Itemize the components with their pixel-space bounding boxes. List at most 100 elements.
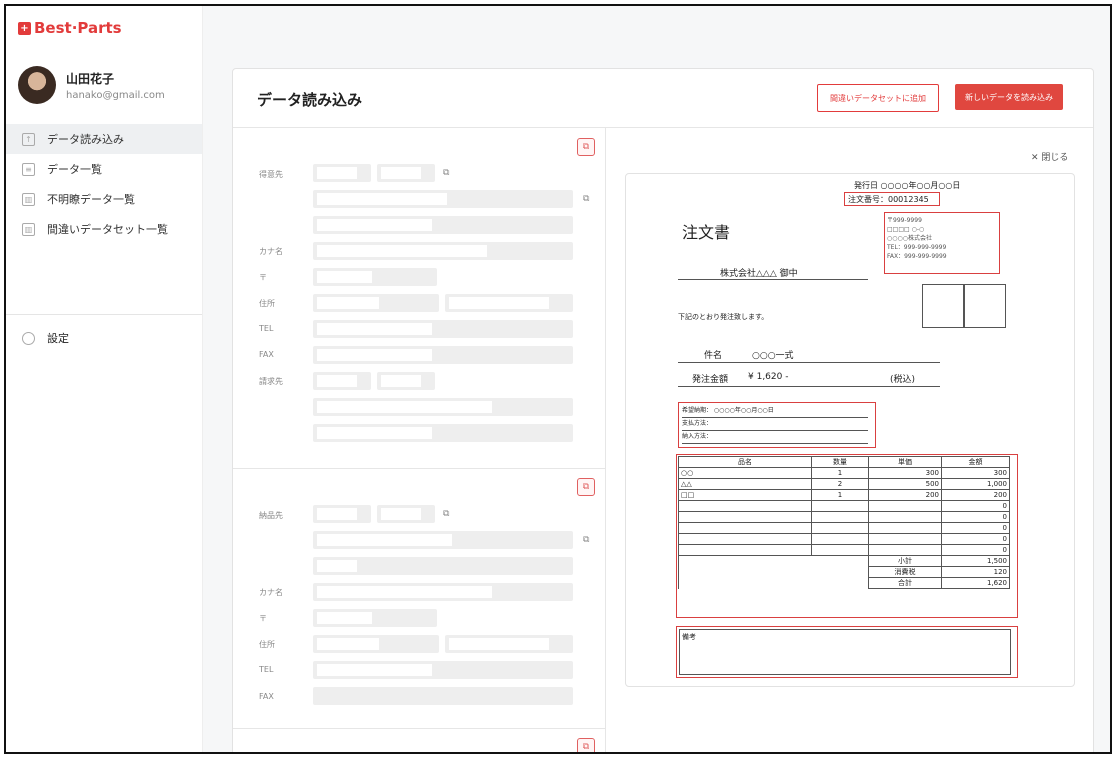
kana-field[interactable] [313,242,573,260]
sidebar-item-unclear-data[interactable]: ▥ 不明瞭データ一覧 [6,184,202,214]
delivery-zip-field[interactable] [313,609,437,627]
stamp-box [922,284,964,328]
sender-highlight[interactable]: 〒999-9999 □□□□ ○-○ ○○○○株式会社 TEL：999-999-… [884,212,1000,274]
add-to-wrong-dataset-button[interactable]: 間違いデータセットに追加 [817,84,939,112]
user-email: hanako@gmail.com [66,89,165,101]
logo-text: Best·Parts [34,19,122,37]
label-zip: 〒 [259,614,267,623]
label-kana: カナ名 [259,588,283,597]
label-tel: TEL [259,324,274,333]
copy-icon[interactable]: ⧉ [577,738,595,752]
copy-icon[interactable]: ⧉ [583,194,593,204]
sidebar-item-label: データ一覧 [47,163,102,176]
delivery-kana-field[interactable] [313,583,573,601]
delivery-tel-field[interactable] [313,661,573,679]
delivery-method: 納入方法： [682,431,868,444]
delivery-subcode-field[interactable] [377,505,435,523]
notes-highlight[interactable]: 備考 [676,626,1018,678]
table-row: ○○ 1 300 300 [678,467,1010,479]
delivery-code-field[interactable] [313,505,371,523]
intro-text: 下記のとおり発注致します。 [678,313,769,321]
label-tel: TEL [259,665,274,674]
subject-value: ○○○一式 [752,351,794,361]
label-address: 住所 [259,640,275,649]
delivery-date: 希望納期： ○○○○年○○月○○日 [682,405,868,418]
label-kana: カナ名 [259,247,283,256]
sidebar-item-wrong-datasets[interactable]: ▥ 間違いデータセット一覧 [6,214,202,244]
subject-label: 件名 [704,351,723,361]
table-row: 0 [678,533,1010,545]
billing-subcode-field[interactable] [377,372,435,390]
label-billing: 請求先 [259,377,283,386]
table-icon: ▥ [22,192,35,206]
label-fax: FAX [259,350,274,359]
sender-line: □□□□ ○-○ [887,226,925,233]
delivery-address1-field[interactable] [313,635,439,653]
data-import-card: データ読み込み 間違いデータセットに追加 新しいデータを読み込み ⧉ 得意先 ⧉… [232,68,1094,752]
brand-logo[interactable]: + Best·Parts [18,19,122,37]
copy-icon[interactable]: ⧉ [443,168,453,178]
billing-name-field[interactable] [313,398,573,416]
copy-icon[interactable]: ⧉ [577,138,595,156]
table-row: □□ 1 200 200 [678,489,1010,501]
billing-name2-field[interactable] [313,424,573,442]
table-row: 0 [678,500,1010,512]
payment-method: 支払方法： [682,418,868,431]
sender-line: ○○○○株式会社 [887,235,932,242]
logo-mark: + [18,21,31,35]
tel-field[interactable] [313,320,573,338]
form-column: ⧉ 得意先 ⧉ ⧉ カナ名 〒 住所 TEL FAX 請求先 ⧉ 納品先 ⧉ ⧉… [233,128,606,752]
sidebar-item-label: 間違いデータセット一覧 [47,223,168,236]
delivery-name-field[interactable] [313,531,573,549]
copy-icon[interactable]: ⧉ [443,509,453,519]
delivery-address2-field[interactable] [445,635,573,653]
sender-line: 〒999-9999 [887,217,922,224]
sidebar-item-data-list[interactable]: ≡ データ一覧 [6,154,202,184]
sidebar-nav: ↑ データ読み込み ≡ データ一覧 ▥ 不明瞭データ一覧 ▥ 間違いデータセット… [6,124,202,244]
delivery-fax-field[interactable] [313,687,573,705]
items-table: 品名 数量 単価 金額 ○○ 1 300 300 △△ 2 500 1,000 □□ 1 200… [678,456,1010,589]
delivery-name2-field[interactable] [313,557,573,575]
label-zip: 〒 [259,273,267,282]
table-icon: ▥ [22,222,35,236]
label-address: 住所 [259,299,275,308]
close-button[interactable]: ✕ 閉じる [1031,150,1068,163]
address1-field[interactable] [313,294,439,312]
copy-icon[interactable]: ⧉ [583,535,593,545]
close-label: 閉じる [1041,153,1069,163]
notes-label: 備考 [682,633,696,641]
order-number-highlight[interactable]: 注文番号：00012345 [844,192,940,206]
app-window: + Best·Parts 山田花子 hanako@gmail.com ↑ データ… [4,4,1112,754]
subject-underline [678,362,940,363]
label-fax: FAX [259,692,274,701]
customer-code-field[interactable] [313,164,371,182]
sender-line: TEL：999-999-9999 [887,244,947,251]
zip-field[interactable] [313,268,437,286]
user-name: 山田花子 [66,71,115,86]
customer-subcode-field[interactable] [377,164,435,182]
sidebar-item-data-import[interactable]: ↑ データ読み込み [6,124,202,154]
table-row: △△ 2 500 1,000 [678,478,1010,490]
fax-field[interactable] [313,346,573,364]
billing-code-field[interactable] [313,372,371,390]
customer-name-field[interactable] [313,190,573,208]
table-header: 品名 [678,456,812,468]
avatar [18,66,56,104]
table-header: 単価 [868,456,942,468]
user-profile[interactable]: 山田花子 hanako@gmail.com [18,66,165,104]
load-new-data-button[interactable]: 新しいデータを読み込み [955,84,1063,110]
address2-field[interactable] [445,294,573,312]
list-icon: ≡ [22,162,35,176]
table-row: 0 [678,522,1010,534]
copy-icon[interactable]: ⧉ [577,478,595,496]
sidebar-item-settings[interactable]: 設定 [22,330,69,346]
label-delivery: 納品先 [259,511,283,520]
sidebar: + Best·Parts 山田花子 hanako@gmail.com ↑ データ… [6,6,203,752]
sidebar-divider [6,314,202,315]
page-title: データ読み込み [257,91,363,109]
sender-line: FAX：999-999-9999 [887,253,947,260]
terms-highlight[interactable]: 希望納期： ○○○○年○○月○○日 支払方法： 納入方法： [678,402,876,448]
stamp-box [964,284,1006,328]
label-customer: 得意先 [259,170,283,179]
customer-name2-field[interactable] [313,216,573,234]
